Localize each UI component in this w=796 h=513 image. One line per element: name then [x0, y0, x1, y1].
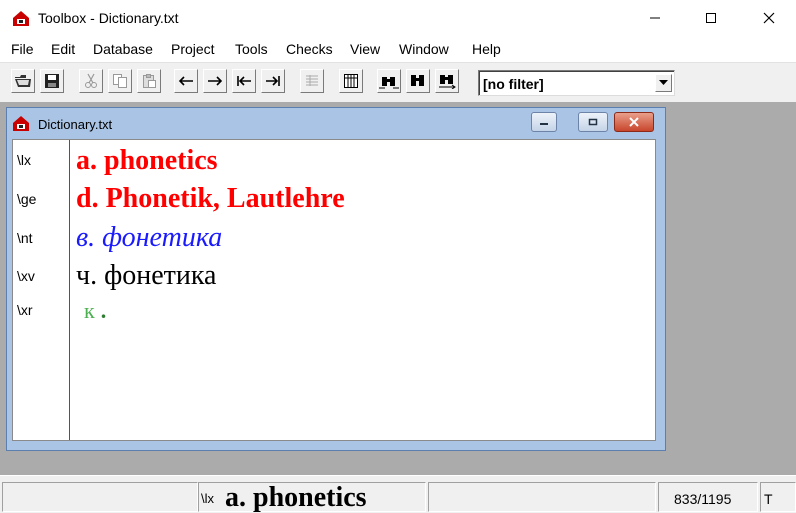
field-value-lx[interactable]: a. phonetics	[76, 145, 218, 177]
copy-button[interactable]	[108, 69, 132, 93]
arrow-last-icon	[266, 76, 280, 86]
status-pane-extra: T	[760, 482, 796, 512]
field-value-xr[interactable]: к.	[84, 298, 106, 324]
save-icon	[45, 74, 59, 88]
status-bar: \lx a. phonetics 833/1195 T	[0, 475, 796, 513]
status-pane-message	[2, 482, 198, 512]
next-record-button[interactable]	[203, 69, 227, 93]
paste-icon	[143, 74, 156, 88]
find-replace-icon	[439, 75, 456, 89]
filter-dropdown-button[interactable]	[655, 74, 672, 92]
restore-icon	[588, 118, 598, 126]
minimize-button[interactable]	[626, 0, 684, 36]
menu-project[interactable]: Project	[171, 41, 215, 57]
document-app-icon	[13, 116, 29, 131]
menu-tools[interactable]: Tools	[235, 41, 268, 57]
menu-help[interactable]: Help	[472, 41, 501, 57]
field-value-xr-text: к	[84, 298, 95, 323]
last-record-button[interactable]	[261, 69, 285, 93]
window-title: Toolbox - Dictionary.txt	[38, 10, 179, 26]
minimize-icon	[540, 123, 548, 125]
find-icon	[379, 77, 399, 89]
menu-window[interactable]: Window	[399, 41, 449, 57]
field-marker-nt[interactable]: \nt	[17, 230, 33, 246]
close-icon	[629, 117, 639, 127]
arrow-first-icon	[237, 76, 251, 86]
close-button[interactable]	[740, 0, 796, 36]
child-minimize-button[interactable]	[531, 112, 557, 132]
minimize-icon	[650, 17, 660, 19]
save-button[interactable]	[40, 69, 64, 93]
previous-record-button[interactable]	[174, 69, 198, 93]
first-record-button[interactable]	[232, 69, 256, 93]
field-marker-ge[interactable]: \ge	[17, 191, 36, 207]
arrow-left-icon	[178, 76, 193, 86]
status-pane-field: \lx a. phonetics	[198, 482, 426, 512]
status-field-value: a. phonetics	[225, 482, 367, 513]
field-value-xr-period: .	[100, 298, 107, 323]
status-pane-position: 833/1195	[658, 482, 758, 512]
menu-view[interactable]: View	[350, 41, 380, 57]
filter-selected-value: [no filter]	[483, 76, 544, 92]
child-restore-button[interactable]	[578, 112, 608, 132]
filter-dropdown[interactable]: [no filter]	[478, 70, 675, 96]
find-replace-button[interactable]	[435, 69, 459, 93]
field-value-nt[interactable]: в. фонетика	[76, 222, 222, 254]
find-next-icon	[411, 75, 424, 86]
close-icon	[763, 12, 775, 24]
chevron-down-icon	[659, 80, 668, 85]
title-bar[interactable]: Toolbox - Dictionary.txt	[0, 0, 796, 36]
menu-file[interactable]: File	[11, 41, 34, 57]
open-folder-icon	[15, 75, 31, 87]
cut-button[interactable]	[79, 69, 103, 93]
menu-checks[interactable]: Checks	[286, 41, 333, 57]
field-value-xv[interactable]: ч. фонетика	[76, 260, 216, 292]
menu-bar: File Edit Database Project Tools Checks …	[0, 36, 796, 63]
browse-view-icon	[344, 74, 358, 88]
record-position: 833/1195	[674, 491, 732, 507]
field-value-ge[interactable]: d. Phonetik, Lautlehre	[76, 183, 345, 215]
child-window-title: Dictionary.txt	[38, 117, 113, 132]
status-pane-blank	[428, 482, 656, 512]
find-next-button[interactable]	[406, 69, 430, 93]
maximize-button[interactable]	[682, 0, 740, 36]
list-view-icon	[306, 75, 318, 86]
child-close-button[interactable]	[614, 112, 654, 132]
menu-edit[interactable]: Edit	[51, 41, 75, 57]
paste-button[interactable]	[137, 69, 161, 93]
field-marker-xv[interactable]: \xv	[17, 268, 35, 284]
find-button[interactable]	[377, 69, 401, 93]
browse-view-button[interactable]	[339, 69, 363, 93]
toolbox-app-icon	[13, 11, 29, 26]
open-button[interactable]	[11, 69, 35, 93]
toolbar: [no filter]	[0, 63, 796, 102]
list-view-button[interactable]	[300, 69, 324, 93]
status-extra: T	[764, 491, 773, 507]
field-marker-xr[interactable]: \xr	[17, 302, 33, 318]
arrow-right-icon	[208, 76, 223, 86]
status-marker: \lx	[201, 491, 214, 506]
marker-column	[12, 140, 70, 440]
cut-icon	[85, 73, 97, 88]
menu-database[interactable]: Database	[93, 41, 153, 57]
copy-icon	[113, 74, 127, 88]
field-marker-lx[interactable]: \lx	[17, 152, 31, 168]
maximize-icon	[706, 13, 716, 23]
